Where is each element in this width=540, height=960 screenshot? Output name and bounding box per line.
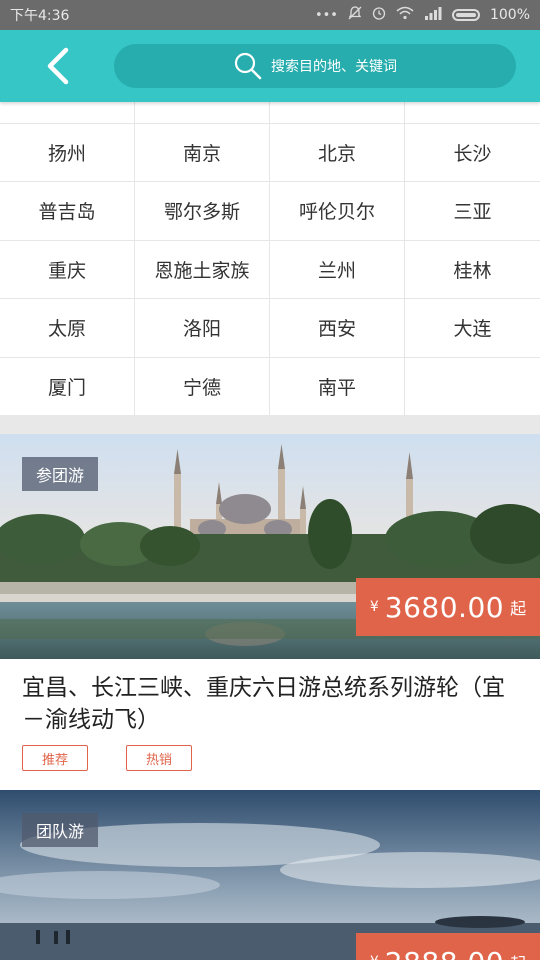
city-item[interactable]: 太原 [0,299,135,358]
tour-card[interactable]: 团队游 ¥ 2888.00 起 [0,790,540,960]
tour-tag-list: 推荐 热销 [22,745,192,771]
price-value: 2888.00 [385,946,504,960]
city-item[interactable]: 南京 [135,123,270,182]
city-item[interactable]: 普吉岛 [0,182,135,241]
price-badge: ¥ 3680.00 起 [356,578,540,636]
back-button[interactable] [28,30,88,102]
city-item[interactable]: 大连 [405,299,540,358]
mute-icon [348,6,362,24]
city-item[interactable]: 厦门 [0,357,135,416]
battery-icon [451,9,480,21]
status-time: 下午4:36 [10,8,70,24]
price-suffix: 起 [510,599,527,618]
city-item[interactable]: 北京 [270,123,405,182]
tour-title[interactable]: 宜昌、长江三峡、重庆六日游总统系列游轮（宜－渝线动飞） [22,672,522,736]
wifi-icon [396,6,414,24]
tour-card[interactable]: 参团游 ¥ 3680.00 起 宜昌、长江三峡、重庆六日游总统系列游轮（宜－渝线… [0,434,540,790]
more-dots-icon: ••• [314,7,338,23]
section-divider [0,415,540,434]
city-item[interactable]: 呼伦贝尔 [270,182,405,241]
search-icon [234,52,262,80]
city-item[interactable]: 长沙 [405,124,540,182]
top-header: 搜索目的地、关键词 [0,30,540,102]
city-item[interactable]: 洛阳 [135,299,270,358]
tour-tag-recommend: 推荐 [22,745,88,771]
city-item[interactable]: 西安 [270,299,405,358]
city-item[interactable]: 恩施土家族 [135,240,270,299]
city-item-empty [405,358,540,416]
city-item[interactable]: 重庆 [0,240,135,299]
battery-percent: 100% [489,7,530,23]
tour-image[interactable]: 参团游 ¥ 3680.00 起 [0,434,540,659]
city-item[interactable]: 宁德 [135,357,270,416]
price-badge: ¥ 2888.00 起 [356,933,540,960]
price-symbol: ¥ [370,954,379,960]
search-input[interactable]: 搜索目的地、关键词 [114,44,516,88]
tour-type-label: 参团游 [22,457,99,491]
price-value: 3680.00 [384,590,505,624]
city-item[interactable]: 鄂尔多斯 [135,182,270,241]
city-item[interactable]: 桂林 [405,241,540,299]
city-item[interactable]: 兰州 [270,240,405,299]
alarm-icon [372,6,386,24]
status-bar: 下午4:36 ••• 100% [0,0,540,30]
price-suffix: 起 [510,950,526,960]
tour-type-label: 团队游 [22,813,99,847]
price-symbol: ¥ [369,599,379,615]
tour-tag-hot: 热销 [126,745,192,771]
city-item[interactable]: 南平 [270,357,405,416]
search-placeholder: 搜索目的地、关键词 [271,59,397,75]
tour-image[interactable]: 团队游 ¥ 2888.00 起 [0,790,540,960]
city-item[interactable]: 三亚 [405,182,540,241]
city-item[interactable]: 扬州 [0,123,135,182]
status-icons: ••• 100% [315,6,530,24]
chevron-left-icon [47,47,69,85]
signal-icon [424,6,442,24]
destination-city-grid: 扬州 南京 北京 长沙 普吉岛 鄂尔多斯 呼伦贝尔 三亚 重庆 恩施土家族 兰州… [0,64,540,416]
